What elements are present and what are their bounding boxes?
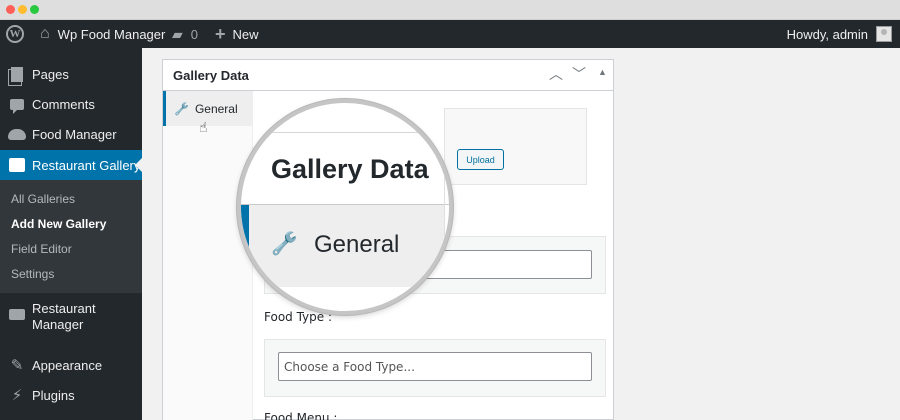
truck-icon	[9, 308, 25, 320]
sidebar-item-label: Restaurant Manager	[32, 301, 96, 332]
site-name-link[interactable]: ⌂ Wp Food Manager	[40, 20, 165, 48]
submenu-field-editor[interactable]: Field Editor	[11, 242, 72, 256]
sidebar-item-label: Plugins	[32, 387, 75, 403]
minimize-window-button[interactable]	[18, 5, 27, 14]
howdy-text: Howdy, admin	[786, 26, 868, 42]
magnified-tab-label: General	[314, 231, 400, 258]
submenu-settings[interactable]: Settings	[11, 267, 54, 281]
appearance-icon: ✎	[10, 357, 24, 374]
hand-cursor-icon: ☝	[199, 119, 208, 135]
magnifier-lens: Gallery Data 🔧 General	[237, 99, 453, 315]
site-name: Wp Food Manager	[57, 26, 166, 42]
comments-icon	[10, 98, 24, 114]
wrench-icon: 🔧	[174, 101, 189, 116]
metabox-tabs: 🔧 General	[163, 91, 253, 420]
sidebar-item-restaurant-gallery[interactable]: Restaurant Gallery	[0, 150, 142, 180]
maximize-window-button[interactable]	[30, 5, 39, 14]
close-window-button[interactable]	[6, 5, 15, 14]
collapse-toggle-icon[interactable]: ▲	[598, 67, 607, 77]
home-icon: ⌂	[40, 25, 50, 42]
submenu-add-new-gallery[interactable]: Add New Gallery	[11, 217, 106, 231]
sidebar-item-comments[interactable]: Comments	[0, 89, 142, 119]
metabox-title: Gallery Data	[173, 68, 249, 83]
admin-sidebar: Pages Comments Food Manager Restaurant G…	[0, 48, 142, 420]
gallery-submenu: All Galleries Add New Gallery Field Edit…	[0, 180, 142, 293]
sidebar-item-plugins[interactable]: ⚡ Plugins	[0, 380, 142, 410]
wordpress-icon: W	[6, 25, 24, 43]
avatar	[876, 26, 892, 42]
sidebar-item-label: Appearance	[32, 357, 103, 373]
upload-button[interactable]: Upload	[457, 149, 504, 170]
tab-general[interactable]: 🔧 General	[163, 91, 253, 126]
metabox-header: Gallery Data ︿ ﹀ ▲	[163, 60, 613, 91]
magnified-title: Gallery Data	[271, 154, 429, 184]
sidebar-item-pages[interactable]: Pages	[0, 59, 142, 89]
new-label: New	[232, 26, 259, 42]
sidebar-item-label: Food Manager	[32, 126, 117, 142]
magnified-wrench-icon: 🔧	[271, 231, 299, 256]
move-up-icon[interactable]: ︿	[549, 64, 563, 84]
tab-label: General	[194, 101, 238, 116]
sidebar-item-food-manager[interactable]: Food Manager	[0, 119, 142, 149]
sidebar-item-restaurant-manager[interactable]: Restaurant Manager	[0, 299, 142, 339]
sidebar-item-label: Restaurant Gallery	[32, 157, 141, 173]
comment-icon: ▰	[172, 25, 183, 42]
plugins-icon: ⚡	[11, 387, 23, 404]
move-down-icon[interactable]: ﹀	[572, 64, 586, 84]
sidebar-item-label: Comments	[32, 96, 95, 112]
plus-icon: +	[215, 23, 226, 44]
admin-bar: W ⌂ Wp Food Manager ▰ 0 + New Howdy, adm…	[0, 20, 900, 48]
food-type-select[interactable]: Choose a Food Type...	[278, 352, 592, 381]
account-menu[interactable]: Howdy, admin	[787, 20, 892, 48]
pages-icon	[8, 66, 23, 86]
food-manager-icon	[8, 128, 26, 140]
upload-area	[444, 108, 587, 185]
gallery-icon	[9, 158, 25, 172]
wordpress-logo-button[interactable]: W	[6, 20, 24, 48]
sidebar-item-appearance[interactable]: ✎ Appearance	[0, 350, 142, 380]
food-menu-label: Food Menu :	[264, 411, 338, 420]
new-content-button[interactable]: + New	[215, 20, 259, 48]
comments-link[interactable]: ▰ 0	[172, 20, 198, 48]
window-titlebar	[0, 0, 900, 20]
comments-count: 0	[190, 26, 199, 42]
sidebar-item-label: Pages	[32, 66, 69, 82]
submenu-all-galleries[interactable]: All Galleries	[11, 192, 75, 206]
